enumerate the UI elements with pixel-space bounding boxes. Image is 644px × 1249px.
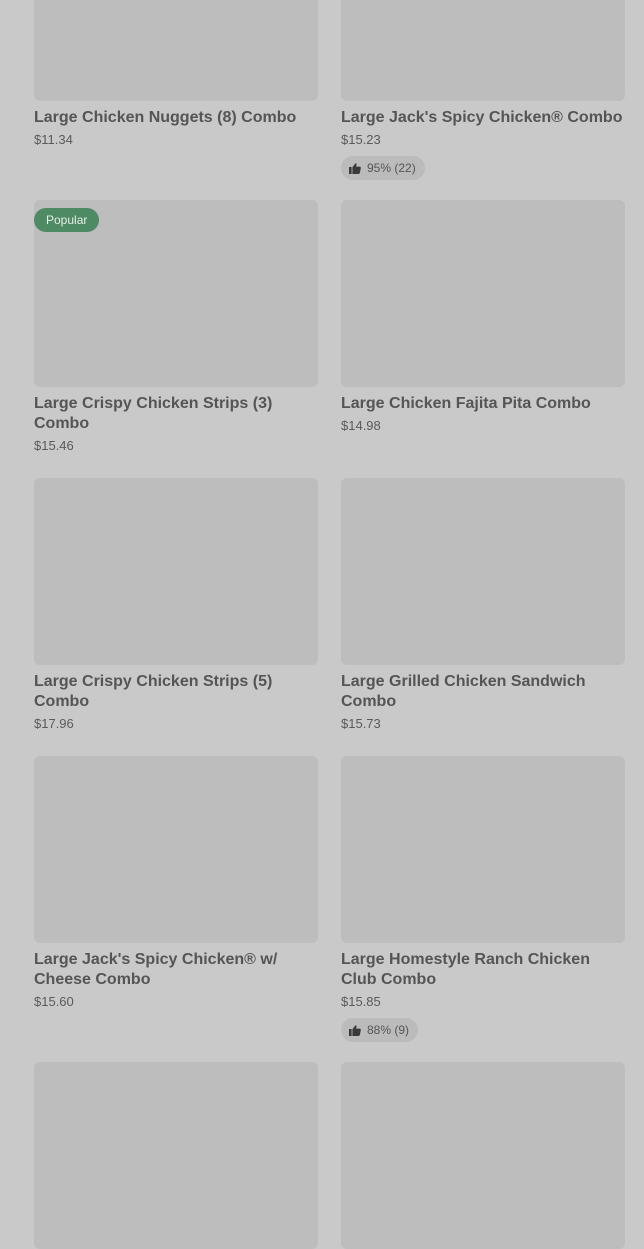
menu-item-name: Large Grilled Chicken Sandwich Combo <box>341 673 586 710</box>
menu-item-price: $15.60 <box>34 994 74 1009</box>
menu-item-image[interactable] <box>34 0 318 101</box>
menu-item-card[interactable] <box>341 1062 625 1249</box>
menu-item-name: Large Crispy Chicken Strips (5) Combo <box>34 673 273 710</box>
menu-item-card[interactable]: Popular Large Crispy Chicken Strips (3) … <box>34 200 318 455</box>
menu-item-price: $14.98 <box>341 418 381 433</box>
menu-item-price: $11.34 <box>34 132 73 147</box>
rating-pill: 95% (22) <box>341 156 425 180</box>
menu-item-price: $15.85 <box>341 994 381 1009</box>
popular-badge: Popular <box>34 208 100 232</box>
menu-item-image[interactable] <box>341 1062 625 1249</box>
menu-item-card[interactable]: Large Chicken Fajita Pita Combo $14.98 <box>341 200 625 435</box>
menu-item-price: $15.46 <box>34 438 74 453</box>
menu-item-image[interactable] <box>341 0 625 101</box>
menu-item-price: $15.23 <box>341 132 381 147</box>
menu-item-name: Large Chicken Nuggets (8) Combo <box>34 109 297 126</box>
menu-item-price: $15.73 <box>341 716 381 731</box>
thumbs-up-icon <box>349 1024 361 1036</box>
thumbs-up-icon <box>349 162 361 174</box>
menu-item-image[interactable] <box>341 478 625 665</box>
menu-item-card[interactable]: Large Jack's Spicy Chicken® Combo $15.23… <box>341 0 625 180</box>
menu-item-image[interactable] <box>34 756 318 943</box>
menu-item-name: Large Jack's Spicy Chicken® w/ Cheese Co… <box>34 951 278 988</box>
menu-item-name: Large Crispy Chicken Strips (3) Combo <box>34 395 273 432</box>
rating-pill: 88% (9) <box>341 1018 419 1042</box>
menu-item-name: Large Chicken Fajita Pita Combo <box>341 395 591 412</box>
menu-item-image[interactable] <box>34 478 318 665</box>
menu-item-name: Large Jack's Spicy Chicken® Combo <box>341 109 623 126</box>
menu-item-card[interactable]: Large Jack's Spicy Chicken® w/ Cheese Co… <box>34 756 318 1011</box>
rating-text: 95% (22) <box>367 161 416 175</box>
menu-item-card[interactable]: Large Homestyle Ranch Chicken Club Combo… <box>341 756 625 1042</box>
menu-item-card[interactable]: Large Grilled Chicken Sandwich Combo $15… <box>341 478 625 733</box>
menu-item-card[interactable]: Large Crispy Chicken Strips (5) Combo $1… <box>34 478 318 733</box>
menu-item-image[interactable]: Popular <box>34 200 318 387</box>
menu-item-name: Large Homestyle Ranch Chicken Club Combo <box>341 951 590 988</box>
menu-item-image[interactable] <box>341 200 625 387</box>
menu-item-price: $17.96 <box>34 716 74 731</box>
menu-item-image[interactable] <box>34 1062 318 1249</box>
menu-item-card[interactable] <box>34 1062 318 1249</box>
rating-text: 88% (9) <box>367 1023 410 1037</box>
menu-item-card[interactable]: Large Chicken Nuggets (8) Combo $11.34 <box>34 0 318 149</box>
menu-item-image[interactable] <box>341 756 625 943</box>
